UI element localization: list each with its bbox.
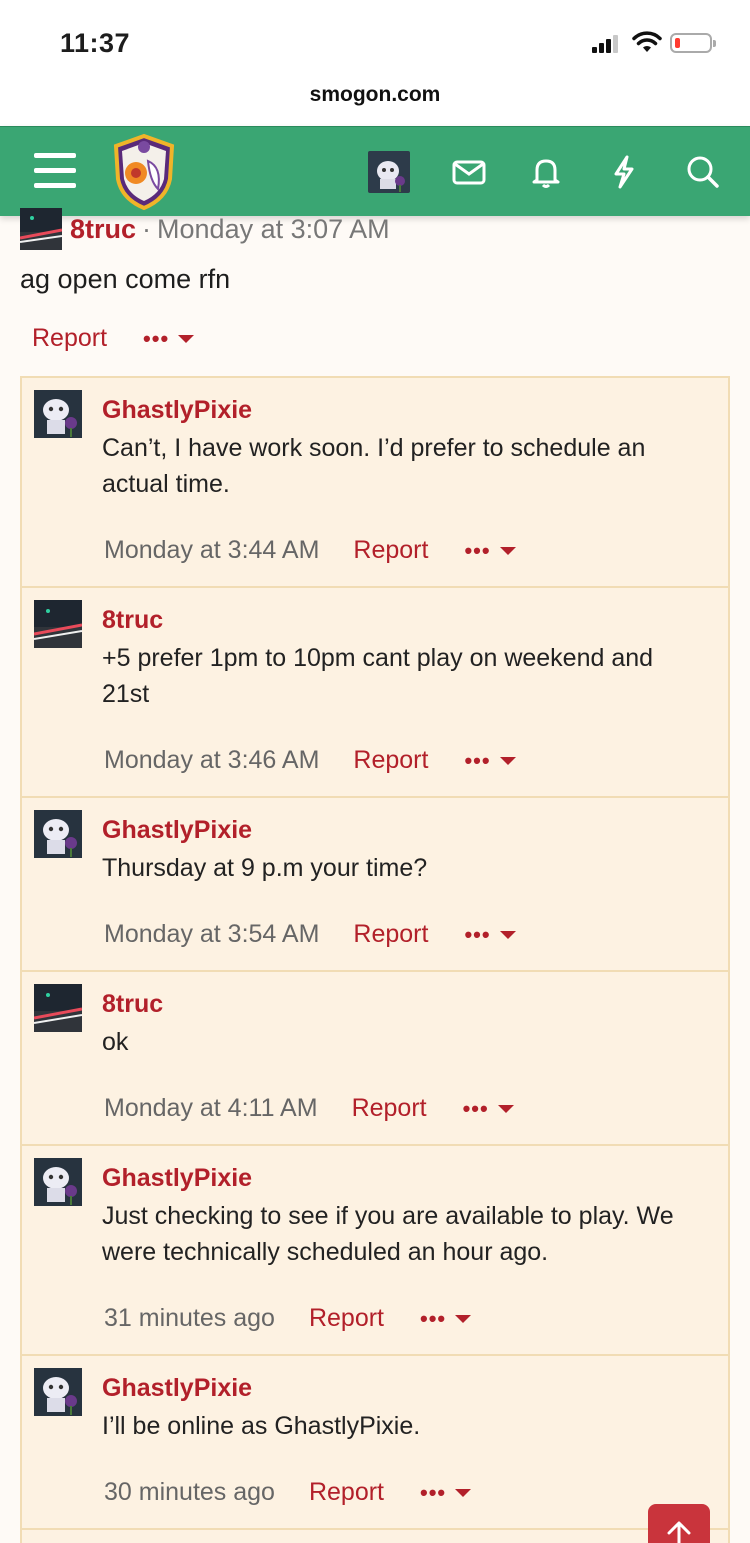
- comment-text: Just checking to see if you are availabl…: [102, 1202, 674, 1266]
- report-button[interactable]: Report: [309, 1478, 384, 1507]
- report-button[interactable]: Report: [353, 746, 428, 775]
- commenter-name[interactable]: GhastlyPixie: [102, 1164, 252, 1193]
- more-dots: •••: [420, 1305, 447, 1331]
- more-actions-button[interactable]: •••: [420, 1479, 472, 1506]
- report-button[interactable]: Report: [32, 324, 107, 353]
- commenter-name[interactable]: 8truc: [102, 606, 163, 635]
- more-actions-button[interactable]: •••: [420, 1305, 472, 1332]
- commenter-name[interactable]: GhastlyPixie: [102, 816, 252, 845]
- comment-time[interactable]: 31 minutes ago: [104, 1304, 275, 1333]
- comment-text: +5 prefer 1pm to 10pm cant play on weeke…: [102, 644, 654, 708]
- commenter-avatar[interactable]: [34, 984, 82, 1032]
- comment-actions: Monday at 3:54 AM Report •••: [104, 920, 516, 949]
- caret-down-icon: [455, 1488, 472, 1497]
- caret-down-icon: [455, 1314, 472, 1323]
- post-body: ag open come rfn: [20, 264, 231, 294]
- comment-text: ok: [102, 1028, 129, 1056]
- url-text[interactable]: smogon.com: [310, 83, 441, 107]
- caret-down-icon: [178, 334, 195, 343]
- commenter-name[interactable]: GhastlyPixie: [102, 1374, 252, 1403]
- comment-actions: 31 minutes ago Report •••: [104, 1304, 472, 1333]
- commenter-avatar[interactable]: [34, 600, 82, 648]
- comment-actions: Monday at 4:11 AM Report •••: [104, 1094, 514, 1123]
- more-actions-button[interactable]: •••: [463, 1096, 514, 1122]
- comment-actions: Monday at 3:44 AM Report •••: [104, 536, 516, 565]
- more-actions-button[interactable]: •••: [143, 325, 195, 352]
- separator: ·: [142, 213, 152, 244]
- comment-time[interactable]: 30 minutes ago: [104, 1478, 275, 1507]
- caret-down-icon: [499, 756, 516, 765]
- post-date[interactable]: Monday at 3:07 AM: [157, 214, 390, 245]
- scroll-to-top-button[interactable]: [648, 1504, 710, 1543]
- comment-time[interactable]: Monday at 3:54 AM: [104, 920, 319, 949]
- post-header: 8truc · Monday at 3:07 AM: [20, 207, 390, 251]
- more-dots: •••: [464, 537, 491, 563]
- site-logo[interactable]: [110, 133, 178, 211]
- comment-item: GhastlyPixie I’ll be online as GhastlyPi…: [22, 1356, 728, 1530]
- search-icon[interactable]: [684, 153, 722, 191]
- more-actions-button[interactable]: •••: [464, 921, 516, 948]
- comment-text: I’ll be online as GhastlyPixie.: [102, 1412, 421, 1440]
- commenter-avatar[interactable]: [34, 1158, 82, 1206]
- comment-time[interactable]: Monday at 3:46 AM: [104, 746, 319, 775]
- mail-icon[interactable]: [450, 153, 488, 191]
- user-avatar[interactable]: [368, 151, 410, 193]
- more-dots: •••: [420, 1479, 447, 1505]
- report-button[interactable]: Report: [352, 1094, 427, 1123]
- comment-text: Can’t, I have work soon. I’d prefer to s…: [102, 434, 646, 498]
- commenter-avatar[interactable]: [34, 390, 82, 438]
- comment-item: 8truc +5 prefer 1pm to 10pm cant play on…: [22, 588, 728, 798]
- comment-item: GhastlyPixie Just checking to see if you…: [22, 1146, 728, 1356]
- comment-text: Thursday at 9 p.m your time?: [102, 854, 428, 882]
- comment-time[interactable]: Monday at 4:11 AM: [104, 1094, 318, 1123]
- more-dots: •••: [464, 747, 491, 773]
- report-button[interactable]: Report: [353, 536, 428, 565]
- more-dots: •••: [464, 921, 491, 947]
- site-header: [0, 126, 750, 216]
- bell-icon[interactable]: [527, 153, 565, 191]
- author-avatar[interactable]: [20, 208, 62, 250]
- caret-down-icon: [497, 1104, 514, 1113]
- status-bar: 11:37: [0, 0, 750, 70]
- address-bar[interactable]: smogon.com: [0, 70, 750, 126]
- arrow-up-icon: [667, 1521, 691, 1543]
- caret-down-icon: [499, 546, 516, 555]
- comment-item: 8truc ok Monday at 4:11 AM Report •••: [22, 972, 728, 1146]
- wifi-icon: [632, 31, 662, 52]
- comment-actions: 30 minutes ago Report •••: [104, 1478, 472, 1507]
- status-time: 11:37: [60, 28, 131, 58]
- comment-item: GhastlyPixie Can’t, I have work soon. I’…: [22, 378, 728, 588]
- commenter-name[interactable]: 8truc: [102, 990, 163, 1019]
- commenter-avatar[interactable]: [34, 1368, 82, 1416]
- battery-icon: [670, 33, 716, 53]
- more-actions-button[interactable]: •••: [464, 747, 516, 774]
- post-author[interactable]: 8truc: [70, 214, 136, 245]
- commenter-avatar[interactable]: [34, 810, 82, 858]
- comment-list: GhastlyPixie Can’t, I have work soon. I’…: [20, 376, 730, 1543]
- signal-icon: [592, 33, 622, 53]
- report-button[interactable]: Report: [353, 920, 428, 949]
- commenter-name[interactable]: GhastlyPixie: [102, 396, 252, 425]
- comment-item: GhastlyPixie Thursday at 9 p.m your time…: [22, 798, 728, 972]
- comment-time[interactable]: Monday at 3:44 AM: [104, 536, 319, 565]
- more-actions-button[interactable]: •••: [464, 537, 516, 564]
- comment-actions: Monday at 3:46 AM Report •••: [104, 746, 516, 775]
- report-button[interactable]: Report: [309, 1304, 384, 1333]
- caret-down-icon: [499, 930, 516, 939]
- more-dots: •••: [462, 1095, 489, 1121]
- post-actions: Report •••: [32, 324, 195, 353]
- bolt-icon[interactable]: [605, 153, 643, 191]
- more-dots: •••: [143, 325, 170, 351]
- menu-icon[interactable]: [34, 153, 76, 189]
